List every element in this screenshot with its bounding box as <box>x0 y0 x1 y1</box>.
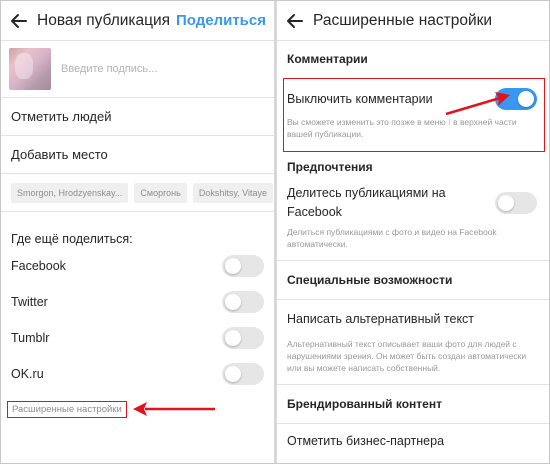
tag-partner-row[interactable]: Отметить бизнес-партнера <box>277 434 549 448</box>
share-facebook-toggle[interactable] <box>495 192 537 214</box>
caption-area: Введите подпись... <box>1 41 274 98</box>
toggle-knob <box>225 258 241 274</box>
location-suggestions: Smorgon, Hrodzyenskay... Сморгонь Dokshi… <box>1 174 274 212</box>
share-target-label: OK.ru <box>11 367 44 381</box>
toggle-knob <box>225 294 241 310</box>
post-thumbnail <box>9 48 51 90</box>
share-target-twitter: Twitter <box>1 284 274 320</box>
page-title: Расширенные настройки <box>313 11 493 29</box>
preferences-section-title: Предпочтения <box>287 160 373 174</box>
share-target-okru: OK.ru <box>1 356 274 392</box>
okru-toggle[interactable] <box>222 363 264 385</box>
tumblr-toggle[interactable] <box>222 327 264 349</box>
share-facebook-hint: Делиться публикациями с фото и видео на … <box>287 227 497 249</box>
share-target-label: Tumblr <box>11 331 50 345</box>
share-target-label: Facebook <box>11 259 66 273</box>
add-location-row[interactable]: Добавить место <box>1 136 274 174</box>
branded-section-title: Брендированный контент <box>287 397 442 411</box>
share-facebook-label: Делитесь публикациями на Facebook <box>287 186 446 219</box>
share-target-facebook: Facebook <box>1 248 274 284</box>
divider <box>277 384 549 385</box>
top-bar: Новая публикация Поделиться <box>1 1 274 41</box>
advanced-settings-screen: Расширенные настройки Комментарии Выключ… <box>277 1 549 463</box>
top-bar: Расширенные настройки <box>277 1 549 41</box>
divider <box>277 260 549 261</box>
back-arrow-icon[interactable] <box>277 12 313 30</box>
new-post-screen: Новая публикация Поделиться Введите подп… <box>1 1 274 463</box>
share-elsewhere-label: Где ещё поделиться: <box>11 232 133 246</box>
divider <box>277 423 549 424</box>
toggle-knob <box>518 91 534 107</box>
back-arrow-icon[interactable] <box>1 12 37 30</box>
location-chip[interactable]: Сморгонь <box>134 182 187 203</box>
divider <box>277 299 549 300</box>
toggle-knob <box>225 330 241 346</box>
toggle-knob <box>225 366 241 382</box>
caption-input[interactable]: Введите подпись... <box>61 63 157 75</box>
share-button[interactable]: Поделиться <box>176 12 266 29</box>
location-chip[interactable]: Smorgon, Hrodzyenskay... <box>11 182 129 203</box>
advanced-settings-link[interactable]: Расширенные настройки <box>7 401 127 418</box>
accessibility-section-title: Специальные возможности <box>287 273 453 287</box>
alt-text-row[interactable]: Написать альтернативный текст <box>277 312 549 326</box>
share-target-tumblr: Tumblr <box>1 320 274 356</box>
annotation-arrow-icon <box>445 92 510 116</box>
share-target-label: Twitter <box>11 295 48 309</box>
toggle-knob <box>498 195 514 211</box>
facebook-toggle[interactable] <box>222 255 264 277</box>
twitter-toggle[interactable] <box>222 291 264 313</box>
alt-text-hint: Альтернативный текст описывает ваши фото… <box>287 339 527 373</box>
share-facebook-row: Делитесь публикациями на Facebook <box>277 184 549 222</box>
tag-people-row[interactable]: Отметить людей <box>1 98 274 136</box>
annotation-arrow-icon <box>133 402 215 416</box>
location-chip[interactable]: Dokshitsy, Vitaye <box>192 182 274 203</box>
comments-section-title: Комментарии <box>287 52 368 66</box>
page-title: Новая публикация <box>37 11 171 29</box>
